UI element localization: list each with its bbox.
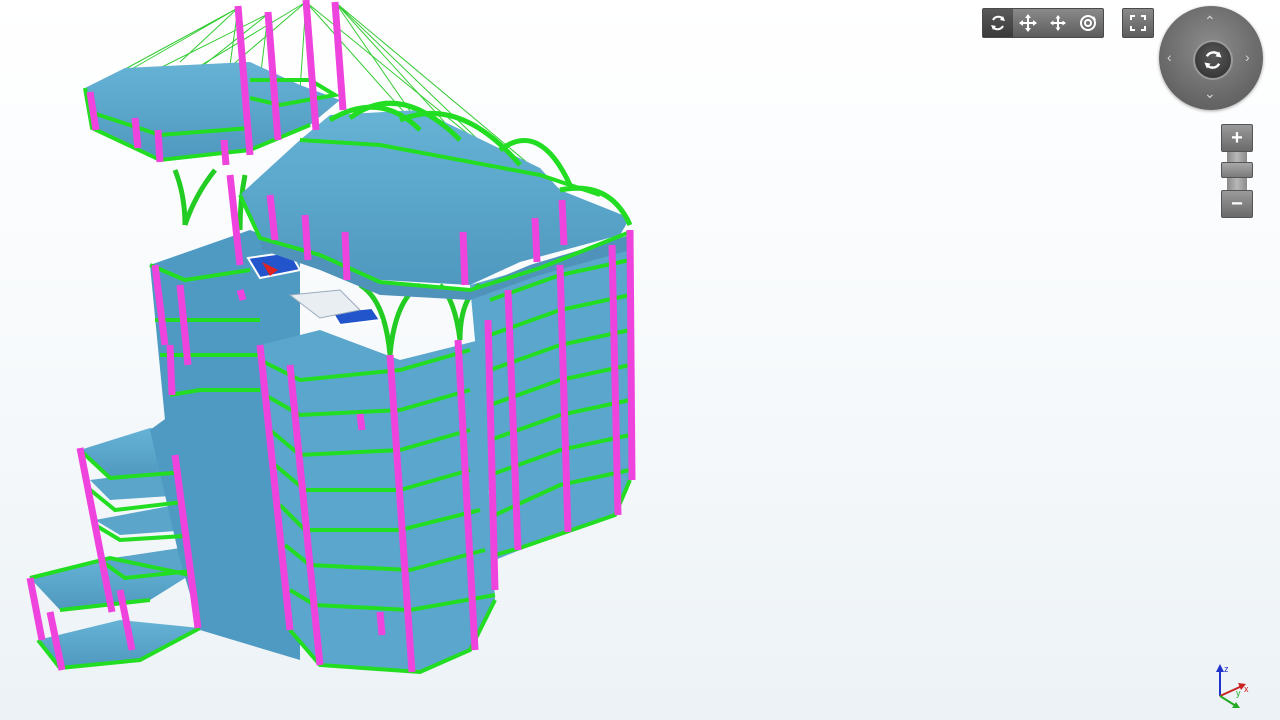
pan-alt-tool-button[interactable]: [1043, 9, 1073, 37]
nav-right-arrow-icon[interactable]: ›: [1245, 50, 1250, 64]
view-toolbar: [982, 8, 1154, 38]
zoom-slider-handle[interactable]: [1221, 162, 1253, 178]
look-around-icon: [1080, 15, 1096, 31]
fullscreen-icon: [1130, 15, 1146, 31]
orbit-tool-button[interactable]: [983, 9, 1013, 37]
pan-tool-button[interactable]: [1013, 9, 1043, 37]
nav-down-arrow-icon[interactable]: ⌄: [1204, 86, 1216, 100]
3d-viewport[interactable]: ⌃ ⌄ ‹ › + − z y x: [0, 0, 1280, 720]
navigation-tool-group: [982, 8, 1104, 38]
svg-text:x: x: [1244, 684, 1249, 694]
pan-icon: [1019, 14, 1037, 32]
navigation-wheel[interactable]: ⌃ ⌄ ‹ ›: [1159, 6, 1263, 110]
zoom-control: + −: [1221, 124, 1253, 218]
nav-up-arrow-icon[interactable]: ⌃: [1204, 14, 1216, 28]
svg-text:z: z: [1224, 664, 1229, 674]
orbit-icon: [991, 15, 1005, 31]
nav-left-arrow-icon[interactable]: ‹: [1167, 50, 1172, 64]
fullscreen-button[interactable]: [1122, 8, 1154, 38]
zoom-slider-track[interactable]: [1221, 152, 1253, 190]
axis-triad: z y x: [1216, 664, 1249, 708]
nav-orbit-button[interactable]: [1193, 40, 1233, 80]
structural-model[interactable]: [0, 0, 1280, 720]
svg-text:y: y: [1236, 688, 1241, 698]
zoom-out-button[interactable]: −: [1221, 190, 1253, 218]
orbit-icon: [1204, 51, 1222, 69]
zoom-in-button[interactable]: +: [1221, 124, 1253, 152]
look-around-tool-button[interactable]: [1073, 9, 1103, 37]
pan-alt-icon: [1050, 15, 1066, 31]
